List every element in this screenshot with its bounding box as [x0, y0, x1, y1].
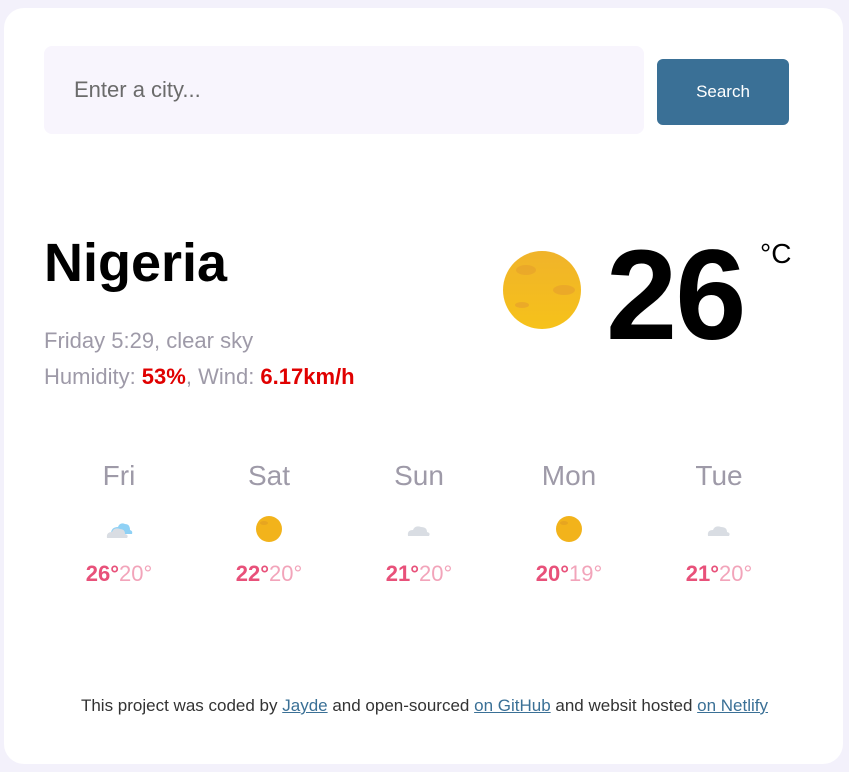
footer: This project was coded by Jayde and open…	[0, 696, 849, 716]
weather-details: Friday 5:29, clear sky Humidity: 53%, Wi…	[44, 323, 355, 395]
humidity-label: Humidity:	[44, 364, 142, 389]
search-button[interactable]: Search	[657, 59, 789, 125]
temp-min: 20°	[269, 561, 303, 586]
cloud-icon	[407, 526, 430, 536]
temp-max: 21°	[385, 561, 419, 586]
temp-max: 20°	[535, 561, 569, 586]
humidity-value: 53%	[141, 364, 186, 389]
forecast-day-name: Sun	[394, 460, 444, 491]
forecast-temps: 21°20°	[686, 560, 753, 588]
wind-label: , Wind:	[185, 364, 261, 389]
sun-behind-cloud-icon	[106, 523, 133, 538]
temp-min: 19°	[569, 561, 603, 586]
forecast-temps: 26°20°	[86, 560, 153, 588]
temp-max: 26°	[85, 561, 119, 586]
forecast-day-name: Sat	[247, 460, 291, 491]
forecast-day: Tue 21°20°	[644, 458, 794, 608]
forecast-day: Fri 26°20°	[44, 458, 194, 608]
sun-icon	[556, 516, 582, 542]
forecast-temps: 22°20°	[236, 560, 303, 588]
temp-min: 20°	[419, 561, 453, 586]
sun-icon	[503, 251, 581, 329]
forecast-temps: 20°19°	[536, 560, 603, 588]
temperature-unit-toggle[interactable]: °C	[760, 238, 791, 270]
humidity-wind-line: Humidity: 53%, Wind: 6.17km/h	[44, 359, 355, 395]
footer-text: and websit hosted	[550, 696, 698, 715]
forecast-day: Sun 21°20°	[344, 458, 494, 608]
footer-text: and open-sourced	[327, 696, 475, 715]
netlify-link[interactable]: on Netlify	[697, 696, 768, 715]
temp-min: 20°	[719, 561, 753, 586]
temp-max: 22°	[235, 561, 269, 586]
current-temperature: 26	[606, 224, 746, 367]
forecast-row: Fri 26°20° Sat 22°20° Sun 21°20° Mon 20°…	[44, 458, 794, 608]
forecast-day-name: Tue	[695, 460, 743, 491]
temp-min: 20°	[119, 561, 153, 586]
cloud-icon	[707, 526, 730, 536]
forecast-day-name: Mon	[541, 460, 597, 491]
sun-icon	[256, 516, 282, 542]
author-link[interactable]: Jayde	[282, 696, 327, 715]
temp-max: 21°	[685, 561, 719, 586]
forecast-temps: 21°20°	[386, 560, 453, 588]
day-time-description: Friday 5:29, clear sky	[44, 328, 254, 353]
wind-value: 6.17km/h	[260, 364, 355, 389]
forecast-day-name: Fri	[102, 460, 136, 491]
city-name: Nigeria	[44, 233, 228, 293]
city-search-input[interactable]	[44, 46, 644, 134]
forecast-day: Sat 22°20°	[194, 458, 344, 608]
github-link[interactable]: on GitHub	[474, 696, 551, 715]
forecast-day: Mon 20°19°	[494, 458, 644, 608]
footer-text: This project was coded by	[80, 696, 283, 715]
